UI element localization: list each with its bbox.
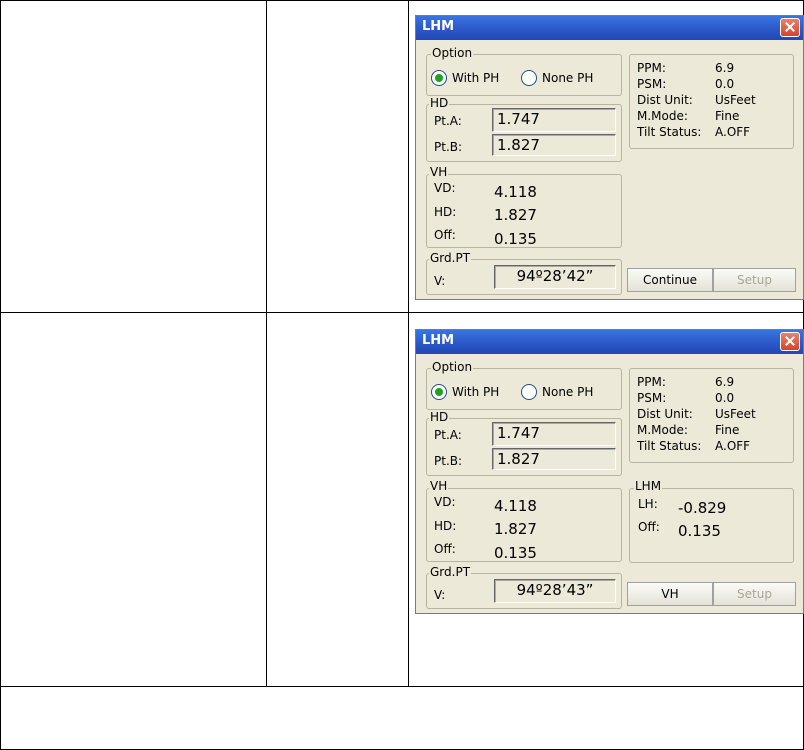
vd-label: VD: [434, 181, 456, 195]
vh-group-label: VH [429, 479, 449, 493]
vd-value: 4.118 [494, 497, 537, 515]
off-value: 0.135 [494, 230, 537, 248]
ppm-value: 6.9 [715, 61, 735, 75]
m-mode-value: Fine [715, 423, 740, 437]
table-row-divider-2 [0, 686, 804, 687]
tilt-status-value: A.OFF [715, 125, 751, 139]
dialog-titlebar: LHM [416, 16, 803, 40]
setup-button[interactable]: Setup [713, 268, 796, 292]
lh-label: LH: [638, 497, 658, 511]
v-angle-field[interactable]: 94º28’42” [494, 265, 616, 289]
with-ph-label[interactable]: With PH [452, 71, 499, 85]
dialog-titlebar: LHM [416, 330, 803, 354]
pt-b-field[interactable]: 1.827 [492, 448, 616, 470]
with-ph-radio[interactable] [431, 70, 447, 86]
ppm-label: PPM: [637, 61, 666, 75]
ppm-label: PPM: [637, 375, 666, 389]
with-ph-label[interactable]: With PH [452, 385, 499, 399]
setup-button[interactable]: Setup [713, 582, 796, 606]
pt-a-field[interactable]: 1.747 [492, 422, 616, 446]
lhm-dialog-1: LHM Option With PH None PH HD Pt.A: 1.74… [415, 15, 804, 300]
table-row-divider-1 [0, 312, 804, 313]
ppm-value: 6.9 [715, 375, 735, 389]
vd-value: 4.118 [494, 183, 537, 201]
hd-label: HD: [434, 519, 457, 533]
none-ph-label[interactable]: None PH [542, 71, 593, 85]
psm-label: PSM: [637, 391, 667, 405]
hd-label: HD: [434, 205, 457, 219]
psm-label: PSM: [637, 77, 667, 91]
tilt-status-label: Tilt Status: [637, 439, 702, 453]
dist-unit-value: UsFeet [715, 407, 756, 421]
none-ph-radio[interactable] [521, 384, 537, 400]
pt-b-field[interactable]: 1.827 [492, 134, 616, 156]
pt-a-label: Pt.A: [434, 428, 462, 442]
vd-label: VD: [434, 495, 456, 509]
off-label: Off: [434, 542, 456, 556]
v-angle-field[interactable]: 94º28’43” [494, 579, 616, 603]
hd-group-label: HD [429, 96, 450, 110]
hd-value: 1.827 [494, 520, 537, 538]
v-label: V: [434, 274, 446, 288]
pt-a-label: Pt.A: [434, 114, 462, 128]
lhm-dialog-2: LHM Option With PH None PH HD Pt.A: 1.74… [415, 329, 804, 614]
off-label: Off: [434, 228, 456, 242]
m-mode-label: M.Mode: [637, 423, 688, 437]
v-label: V: [434, 588, 446, 602]
vh-button[interactable]: VH [627, 582, 713, 606]
table-col-divider-1 [266, 0, 267, 686]
table-border-top [0, 0, 804, 1]
instrument-info: PPM: 6.9 PSM: 0.0 Dist Unit: UsFeet M.Mo… [637, 374, 787, 458]
tilt-status-value: A.OFF [715, 439, 751, 453]
m-mode-label: M.Mode: [637, 109, 688, 123]
none-ph-label[interactable]: None PH [542, 385, 593, 399]
psm-value: 0.0 [715, 391, 735, 405]
option-group-label: Option [431, 46, 474, 60]
lhm-off-label: Off: [638, 520, 660, 534]
lh-value: -0.829 [678, 499, 727, 517]
hd-value: 1.827 [494, 206, 537, 224]
grd-pt-group-label: Grd.PT [429, 251, 472, 265]
table-col-divider-2 [408, 0, 409, 686]
grd-pt-group-label: Grd.PT [429, 565, 472, 579]
with-ph-radio[interactable] [431, 384, 447, 400]
close-button[interactable] [780, 18, 800, 37]
lhm-result-label: LHM [634, 479, 663, 493]
dist-unit-label: Dist Unit: [637, 407, 693, 421]
dialog-title: LHM [422, 19, 455, 34]
close-button[interactable] [780, 332, 800, 351]
hd-group-label: HD [429, 410, 450, 424]
option-group-label: Option [431, 360, 474, 374]
dist-unit-value: UsFeet [715, 93, 756, 107]
pt-b-label: Pt.B: [434, 140, 463, 154]
m-mode-value: Fine [715, 109, 740, 123]
instrument-info: PPM: 6.9 PSM: 0.0 Dist Unit: UsFeet M.Mo… [637, 60, 787, 144]
continue-button[interactable]: Continue [627, 268, 713, 292]
dist-unit-label: Dist Unit: [637, 93, 693, 107]
psm-value: 0.0 [715, 77, 735, 91]
vh-group-label: VH [429, 165, 449, 179]
none-ph-radio[interactable] [521, 70, 537, 86]
lhm-off-value: 0.135 [678, 522, 721, 540]
table-border-left [0, 0, 1, 750]
pt-b-label: Pt.B: [434, 454, 463, 468]
off-value: 0.135 [494, 544, 537, 562]
dialog-title: LHM [422, 333, 455, 348]
tilt-status-label: Tilt Status: [637, 125, 702, 139]
pt-a-field[interactable]: 1.747 [492, 108, 616, 132]
